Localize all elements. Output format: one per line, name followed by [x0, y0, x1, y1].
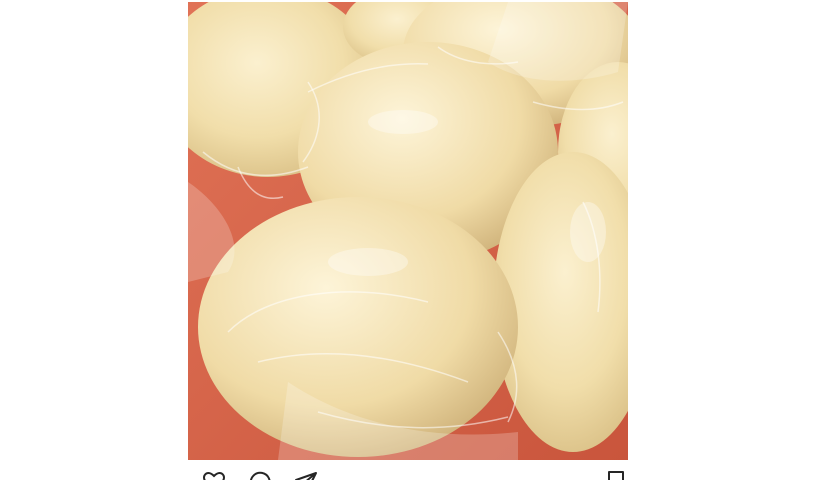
save-button[interactable] [604, 470, 628, 480]
post-action-bar [188, 470, 628, 480]
post [188, 2, 628, 480]
heart-icon [202, 471, 226, 480]
page [0, 0, 816, 480]
share-icon [295, 472, 317, 480]
comment-button[interactable] [248, 470, 272, 480]
share-button[interactable] [294, 470, 318, 480]
bookmark-icon [608, 471, 624, 480]
cheese-photo-illustration [188, 2, 628, 460]
comment-icon [250, 471, 271, 480]
post-photo[interactable] [188, 2, 628, 460]
like-button[interactable] [202, 470, 226, 480]
